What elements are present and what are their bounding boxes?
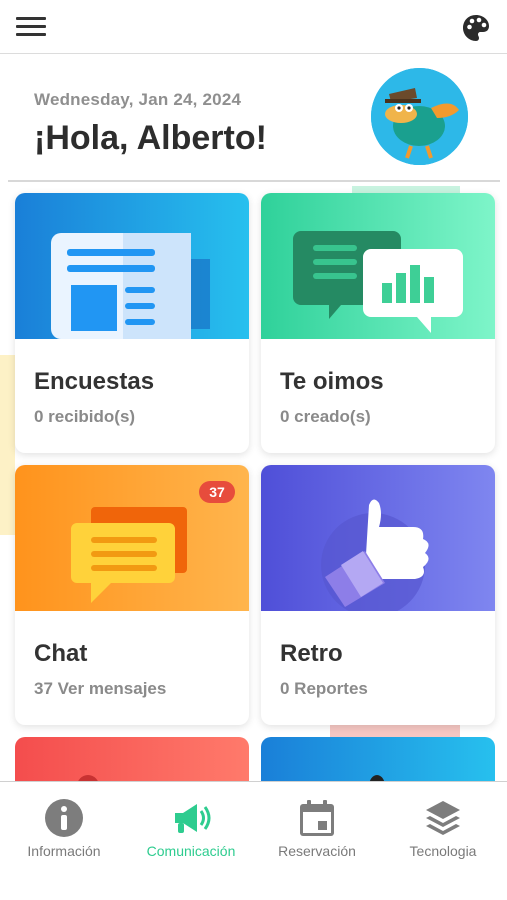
layers-icon — [426, 801, 460, 835]
card-subtitle: 0 Reportes — [280, 679, 368, 698]
nav-label: Comunicación — [146, 843, 236, 859]
card-te-oimos[interactable]: Te oimos 0 creado(s) — [261, 193, 495, 453]
card-title: Chat — [34, 640, 88, 667]
nav-item-comunicacion[interactable]: Comunicación — [128, 782, 254, 882]
nav-label: Información — [27, 843, 101, 859]
card-chat[interactable]: 37 Chat 37 Ver mensajes — [15, 465, 249, 725]
card-subtitle: 37 Ver mensajes — [34, 679, 167, 698]
background-shape — [330, 724, 460, 738]
info-icon — [45, 799, 83, 837]
newspaper-icon — [15, 193, 249, 339]
background-shape — [0, 355, 15, 535]
bottom-nav: Información Comunicación Reservación Tec… — [0, 781, 507, 900]
card-encuestas[interactable]: Encuestas 0 recibido(s) — [15, 193, 249, 453]
calendar-icon — [300, 800, 334, 836]
avatar[interactable] — [371, 68, 468, 165]
nav-item-tecnologia[interactable]: Tecnologia — [380, 782, 506, 882]
thumbs-up-icon — [261, 465, 495, 611]
card-subtitle: 0 creado(s) — [280, 407, 371, 426]
megaphone-icon — [175, 804, 211, 833]
unread-badge: 37 — [199, 481, 235, 503]
greeting-title: ¡Hola, Alberto! — [34, 119, 267, 157]
card-subtitle: 0 recibido(s) — [34, 407, 136, 426]
nav-label: Reservación — [278, 843, 356, 859]
divider — [8, 180, 500, 182]
chat-bubbles-icon — [261, 193, 495, 339]
nav-item-informacion[interactable]: Información — [1, 782, 127, 882]
palette-icon[interactable] — [461, 13, 491, 43]
nav-label: Tecnologia — [409, 843, 477, 859]
date-label: Wednesday, Jan 24, 2024 — [34, 90, 242, 109]
hamburger-icon[interactable] — [16, 17, 46, 37]
greeting-section: Wednesday, Jan 24, 2024 ¡Hola, Alberto! — [0, 55, 507, 183]
card-title: Retro — [280, 640, 343, 667]
nav-item-reservacion[interactable]: Reservación — [254, 782, 380, 882]
card-retro[interactable]: Retro 0 Reportes — [261, 465, 495, 725]
card-title: Te oimos — [280, 368, 384, 395]
card-title: Encuestas — [34, 368, 155, 395]
platypus-illustration — [371, 68, 468, 165]
top-bar — [0, 0, 507, 54]
